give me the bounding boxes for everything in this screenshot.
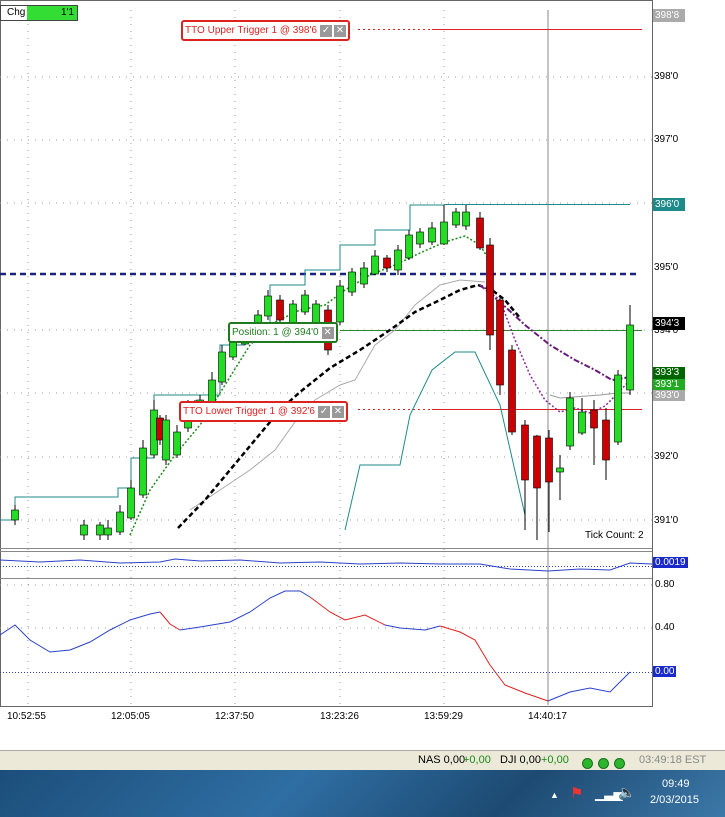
position-label: Position: 1 @ 394'0 <box>232 327 319 338</box>
candle-body <box>264 295 272 317</box>
price-axis-label: 397'0 <box>654 134 679 145</box>
bull-candle <box>566 392 574 450</box>
candle-body <box>218 351 226 383</box>
action-center-flag-icon[interactable]: ⚑ <box>570 784 583 802</box>
candle-body <box>416 231 424 245</box>
bull-candle <box>162 415 170 465</box>
show-hidden-icons-icon[interactable]: ▲ <box>550 790 559 800</box>
candle-body <box>139 447 147 496</box>
bull-candle <box>336 280 344 325</box>
bull-candle <box>139 440 147 498</box>
price-axis-label: 398'0 <box>654 71 679 82</box>
candle-body <box>533 435 541 489</box>
price-tag-high: 398'8 <box>653 9 685 22</box>
candle-body <box>96 524 104 536</box>
candle-body <box>428 227 436 243</box>
nas-label: NAS 0,00 <box>418 754 466 766</box>
candle-body <box>521 424 529 481</box>
bull-candle <box>614 370 622 445</box>
price-axis-label: 391'0 <box>654 515 679 526</box>
candle-body <box>394 249 402 271</box>
candle-body <box>590 409 598 429</box>
time-label: 13:23:26 <box>320 711 359 722</box>
nas-change: +0,00 <box>463 754 491 766</box>
bear-candle <box>486 238 494 350</box>
time-label: 10:52:55 <box>7 711 46 722</box>
candle-body <box>486 244 494 336</box>
candle-body <box>602 419 610 461</box>
candle-body <box>360 267 368 285</box>
candle-body <box>301 294 309 313</box>
candle-body <box>626 324 634 391</box>
chg-value: 1'1 <box>27 6 77 20</box>
candle-body <box>508 349 516 433</box>
close-icon[interactable]: ✕ <box>333 24 346 37</box>
candle-body <box>116 511 124 533</box>
oscillator-value-tag: 0.0019 <box>653 557 688 568</box>
time-label: 12:05:05 <box>111 711 150 722</box>
taskbar: ▲ ⚑ ▁▃▅ 🔈 09:49 2/03/2015 <box>0 770 725 817</box>
bear-candle <box>508 345 516 435</box>
chg-label: Chg <box>7 7 26 18</box>
bear-candle <box>496 295 504 395</box>
chart-window[interactable]: Chg 1'1 398'0 397'0 395'0 394'0 392'0 39… <box>0 0 725 750</box>
price-tag-bid: 393'3 <box>653 367 685 379</box>
close-icon[interactable]: ✕ <box>321 326 334 339</box>
candle-body <box>614 374 622 443</box>
price-axis-label: 395'0 <box>654 262 679 273</box>
time-label: 14:40:17 <box>528 711 567 722</box>
volume-icon[interactable]: 🔈 <box>618 784 635 801</box>
confirm-icon[interactable]: ✓ <box>319 24 332 37</box>
sub-axis-label: 0.80 <box>655 579 675 590</box>
dji-change: +0,00 <box>541 754 569 766</box>
sub-axis-label: 0.40 <box>655 622 675 633</box>
upper-trigger-order[interactable]: TTO Upper Trigger 1 @ 398'6 ✓ ✕ <box>181 20 350 41</box>
clock-date[interactable]: 2/03/2015 <box>650 794 699 806</box>
confirm-icon[interactable]: ✓ <box>317 405 330 418</box>
candle-body <box>545 437 553 483</box>
lower-trigger-label: TTO Lower Trigger 1 @ 392'6 <box>183 406 315 417</box>
candle-body <box>104 527 112 536</box>
candle-body <box>566 397 574 447</box>
price-tag-last: 394'3 <box>653 317 685 330</box>
status-bar: NAS 0,00 +0,00 DJI 0,00 +0,00 03:49:18 E… <box>0 750 725 771</box>
close-icon[interactable]: ✕ <box>331 405 344 418</box>
candle-body <box>80 524 88 536</box>
candle-body <box>348 271 356 293</box>
time-label: 13:59:29 <box>424 711 463 722</box>
tick-count: Tick Count: 2 <box>585 530 644 541</box>
time-label: 12:37:50 <box>215 711 254 722</box>
clock-time[interactable]: 09:49 <box>662 778 690 790</box>
upper-trigger-label: TTO Upper Trigger 1 @ 398'6 <box>185 25 317 36</box>
candle-body <box>173 431 181 456</box>
candle-body <box>452 211 460 226</box>
candle-body <box>476 217 484 249</box>
chg-indicator: Chg 1'1 <box>0 5 78 21</box>
status-time: 03:49:18 EST <box>639 754 707 766</box>
bull-candle <box>348 268 356 296</box>
position-order[interactable]: Position: 1 @ 394'0 ✕ <box>228 322 338 343</box>
candle-body <box>162 419 170 461</box>
price-tag-level: 396'0 <box>653 198 685 211</box>
candle-body <box>496 299 504 386</box>
dji-label: DJI 0,00 <box>500 754 541 766</box>
candle-body <box>405 234 413 259</box>
candle-body <box>336 285 344 323</box>
candle-body <box>276 299 284 321</box>
sub-axis-tag: 0.00 <box>653 666 677 677</box>
price-tag-low: 393'0 <box>653 390 685 401</box>
candle-body <box>556 467 564 473</box>
candle-body <box>578 411 586 434</box>
candle-body <box>371 255 379 275</box>
price-chart[interactable] <box>0 0 725 750</box>
candle-body <box>127 487 135 519</box>
price-axis-label: 392'0 <box>654 451 679 462</box>
candle-body <box>440 221 448 245</box>
candle-body <box>383 257 391 269</box>
candle-body <box>462 211 470 227</box>
candle-body <box>11 509 19 521</box>
lower-trigger-order[interactable]: TTO Lower Trigger 1 @ 392'6 ✓ ✕ <box>179 401 348 422</box>
